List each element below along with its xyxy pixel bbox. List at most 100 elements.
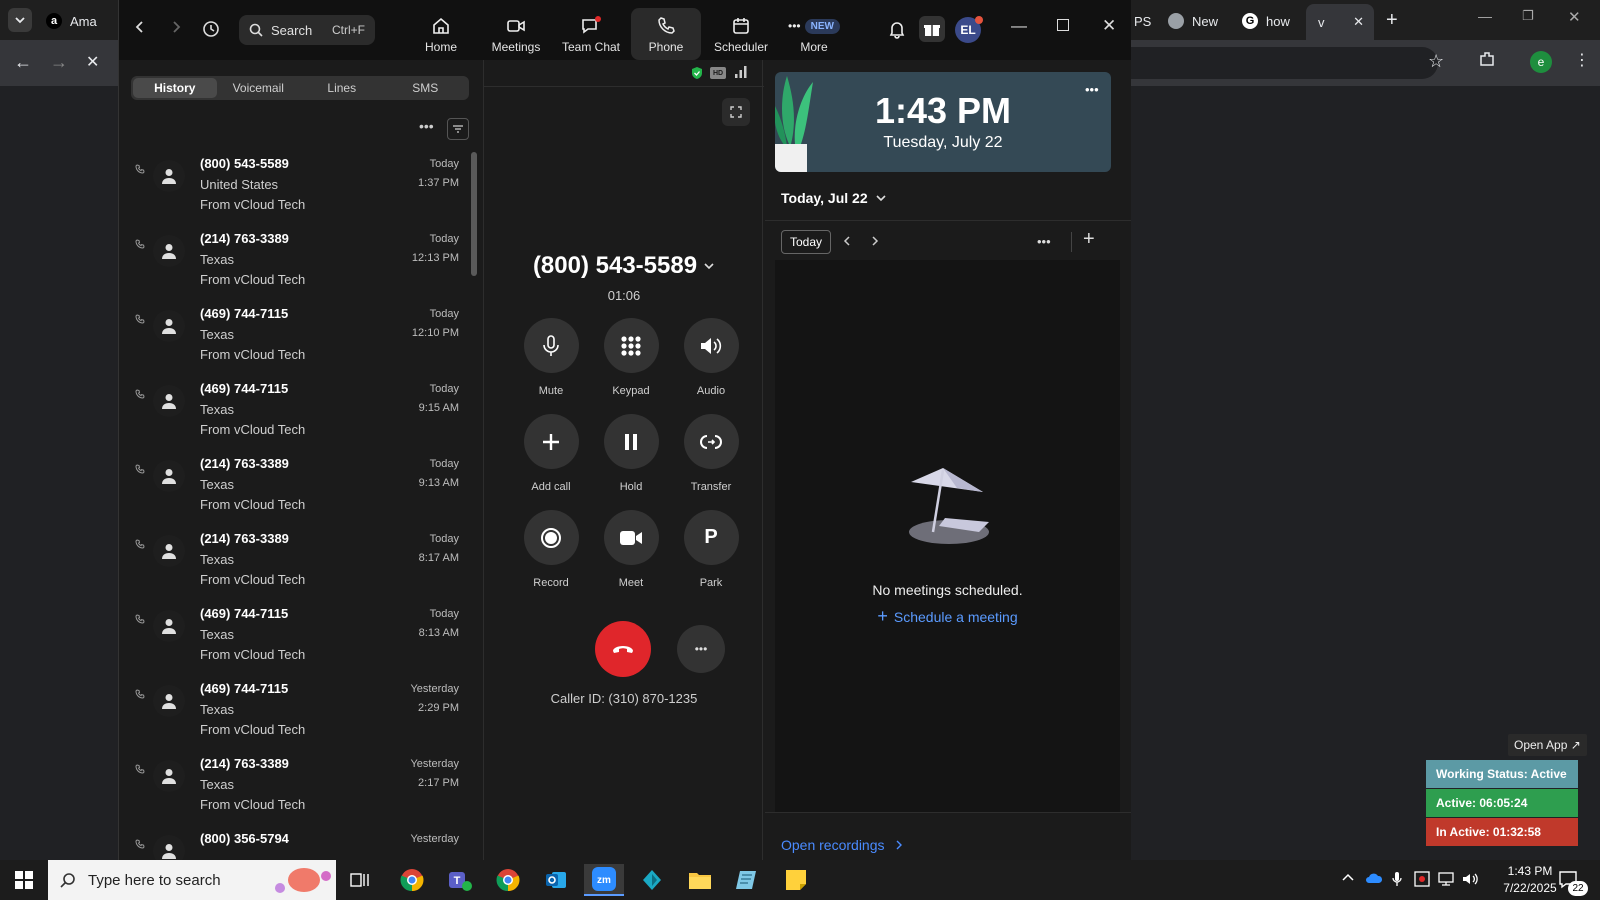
- history-row[interactable]: (469) 744-7115 Texas From vCloud Tech Today…: [129, 300, 459, 375]
- back-icon[interactable]: ←: [14, 52, 32, 73]
- filter-button[interactable]: [447, 118, 469, 140]
- hold-button[interactable]: Hold: [591, 414, 671, 493]
- history-row[interactable]: (214) 763-3389 Texas From vCloud Tech Yeste…: [129, 750, 459, 825]
- volume-icon[interactable]: [1461, 871, 1479, 887]
- transfer-button[interactable]: Transfer: [671, 414, 751, 493]
- taskbar-outlook[interactable]: [536, 864, 576, 896]
- history-row[interactable]: (469) 744-7115 Texas From vCloud Tech Today…: [129, 375, 459, 450]
- kebab-menu-icon[interactable]: ⋮: [1574, 50, 1590, 70]
- meet-button[interactable]: Meet: [591, 510, 671, 589]
- gift-button[interactable]: [919, 16, 945, 42]
- close-window-icon[interactable]: ✕: [1568, 8, 1581, 26]
- maximize-icon[interactable]: [1057, 19, 1069, 31]
- chevron-right-icon: [173, 21, 181, 33]
- minimize-icon[interactable]: —: [1478, 8, 1492, 24]
- history-time: 2:17 PM: [418, 777, 459, 789]
- schedule-meeting-link[interactable]: + Schedule a meeting: [775, 606, 1120, 627]
- tab-sms[interactable]: SMS: [384, 78, 468, 98]
- browser-tab-amazon[interactable]: a Ama: [46, 6, 97, 36]
- taskbar-sticky-notes[interactable]: [776, 864, 816, 896]
- taskbar-app-diamond[interactable]: [632, 864, 672, 896]
- start-button[interactable]: [4, 864, 44, 896]
- today-button[interactable]: Today: [781, 230, 831, 254]
- new-tab-button[interactable]: +: [1386, 9, 1398, 32]
- history-row[interactable]: (469) 744-7115 Texas From vCloud Tech Today…: [129, 600, 459, 675]
- open-app-button[interactable]: Open App ↗: [1508, 734, 1587, 756]
- contact-avatar: [153, 235, 185, 267]
- record-button[interactable]: Record: [511, 510, 591, 589]
- sync-tray-icon[interactable]: [1414, 871, 1430, 887]
- taskbar-app-note[interactable]: [728, 864, 768, 896]
- history-row[interactable]: (214) 763-3389 Texas From vCloud Tech Today…: [129, 450, 459, 525]
- phone-icon: [658, 17, 675, 34]
- popout-button[interactable]: [722, 98, 750, 126]
- star-icon[interactable]: ☆: [1428, 51, 1444, 72]
- nav-phone[interactable]: Phone: [631, 8, 701, 60]
- call-number-header[interactable]: (800) 543-5589: [484, 252, 764, 280]
- back-button[interactable]: [133, 20, 147, 34]
- taskbar-chrome-profile[interactable]: [488, 864, 528, 896]
- close-icon[interactable]: ✕: [1102, 16, 1116, 36]
- forward-button[interactable]: [169, 20, 183, 34]
- folder-icon: [689, 873, 711, 889]
- profile-avatar[interactable]: e: [1530, 51, 1552, 73]
- history-button[interactable]: [201, 19, 221, 39]
- nav-more[interactable]: ••• NEW More: [779, 8, 849, 60]
- end-call-button[interactable]: [595, 621, 651, 677]
- prev-day-button[interactable]: [841, 235, 853, 247]
- clock-more-icon[interactable]: •••: [1085, 82, 1099, 97]
- scrollbar-thumb[interactable]: [471, 152, 477, 276]
- more-options-icon[interactable]: •••: [419, 118, 434, 134]
- onedrive-icon[interactable]: [1365, 872, 1383, 884]
- mute-button[interactable]: Mute: [511, 318, 591, 397]
- history-row[interactable]: (800) 356-5794 Yesterday: [129, 825, 459, 860]
- tab-search-button[interactable]: [8, 8, 32, 32]
- tab-history[interactable]: History: [133, 78, 217, 98]
- stop-icon[interactable]: ✕: [86, 52, 99, 72]
- address-bar[interactable]: [1128, 47, 1438, 79]
- task-view-button[interactable]: [340, 864, 380, 896]
- plus-icon: +: [877, 606, 888, 626]
- date-selector[interactable]: Today, Jul 22: [781, 190, 886, 206]
- tab-lines[interactable]: Lines: [300, 78, 384, 98]
- nav-home[interactable]: Home: [406, 8, 476, 60]
- history-row[interactable]: (214) 763-3389 Texas From vCloud Tech Today…: [129, 225, 459, 300]
- forward-icon[interactable]: →: [50, 52, 68, 73]
- taskbar-file-explorer[interactable]: [680, 864, 720, 896]
- open-recordings-link[interactable]: Open recordings: [781, 837, 903, 853]
- add-call-button[interactable]: Add call: [511, 414, 591, 493]
- nav-meetings[interactable]: Meetings: [481, 8, 551, 60]
- nav-team-chat[interactable]: Team Chat: [556, 8, 626, 60]
- park-button[interactable]: P Park: [671, 510, 751, 589]
- nav-scheduler[interactable]: Scheduler: [706, 8, 776, 60]
- history-row[interactable]: (469) 744-7115 Texas From vCloud Tech Yeste…: [129, 675, 459, 750]
- minimize-icon[interactable]: —: [1011, 18, 1027, 36]
- microphone-tray-icon[interactable]: [1392, 871, 1402, 887]
- close-icon[interactable]: ✕: [1353, 14, 1364, 30]
- taskbar-teams[interactable]: T: [440, 864, 480, 896]
- search-input[interactable]: Search Ctrl+F: [239, 15, 375, 45]
- contact-avatar: [153, 385, 185, 417]
- transfer-icon: [683, 414, 739, 469]
- notifications-button[interactable]: [887, 19, 907, 39]
- keypad-button[interactable]: Keypad: [591, 318, 671, 397]
- history-row[interactable]: (214) 763-3389 Texas From vCloud Tech Today…: [129, 525, 459, 600]
- show-hidden-icons-button[interactable]: [1342, 872, 1354, 882]
- taskbar-chrome[interactable]: [392, 864, 432, 896]
- browser-tab-how[interactable]: G how: [1242, 6, 1290, 36]
- browser-tab-active[interactable]: v ✕: [1306, 4, 1374, 40]
- taskbar-search-input[interactable]: Type here to search: [48, 860, 336, 900]
- extensions-icon[interactable]: [1478, 50, 1496, 68]
- audio-button[interactable]: Audio: [671, 318, 751, 397]
- history-row[interactable]: (800) 543-5589 United States From vCloud T…: [129, 150, 459, 225]
- restore-icon[interactable]: ❐: [1522, 8, 1534, 24]
- next-day-button[interactable]: [869, 235, 881, 247]
- browser-tab-ps[interactable]: PS: [1134, 6, 1151, 36]
- taskbar-zoom[interactable]: zm: [584, 864, 624, 896]
- tab-voicemail[interactable]: Voicemail: [217, 78, 301, 98]
- calendar-more-icon[interactable]: •••: [1037, 234, 1051, 249]
- network-icon[interactable]: [1437, 871, 1455, 887]
- add-event-button[interactable]: +: [1083, 228, 1095, 251]
- call-more-button[interactable]: •••: [677, 625, 725, 673]
- browser-tab-new[interactable]: New: [1168, 6, 1218, 36]
